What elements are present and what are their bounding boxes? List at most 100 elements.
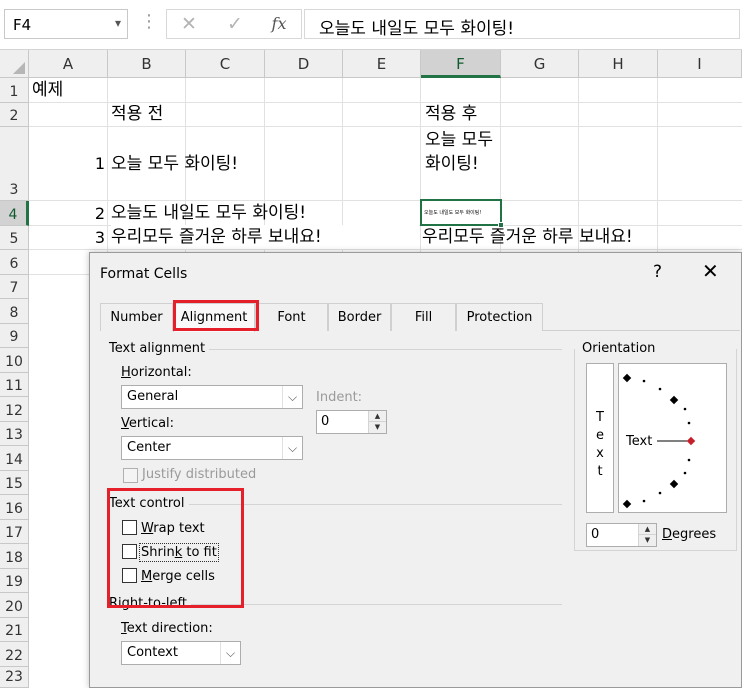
chevron-down-icon[interactable]: ⌵: [220, 642, 240, 664]
cell-b5[interactable]: 우리모두 즐거운 하루 보내요!: [111, 225, 419, 249]
column-header-a[interactable]: A: [29, 50, 108, 78]
close-button[interactable]: ✕: [702, 259, 719, 283]
column-header-e[interactable]: E: [343, 50, 421, 78]
justify-distributed-checkbox[interactable]: [123, 468, 138, 483]
text-direction-label: Text direction:: [121, 621, 213, 636]
row-header-10[interactable]: 10: [0, 348, 29, 373]
wrap-text-label: Wrap text: [141, 521, 205, 536]
cell-b4[interactable]: 오늘도 내일도 모두 화이팅!: [111, 201, 306, 225]
degrees-up-icon[interactable]: ▲: [639, 524, 656, 535]
column-header-h[interactable]: H: [579, 50, 658, 78]
column-header-c[interactable]: C: [186, 50, 265, 78]
chevron-down-icon[interactable]: ⌵: [282, 437, 302, 459]
dial-text-label: Text: [626, 434, 653, 449]
name-box[interactable]: F4 ▾: [4, 9, 128, 39]
cell-a3[interactable]: 1: [32, 152, 105, 176]
wrap-text-checkbox[interactable]: [122, 520, 137, 535]
degrees-spinner[interactable]: 0 ▲ ▼: [586, 523, 657, 547]
indent-up-icon[interactable]: ▲: [369, 411, 386, 422]
row-header-17[interactable]: 17: [0, 520, 29, 544]
vertical-text-box[interactable]: T e x t: [586, 363, 614, 513]
help-button[interactable]: ?: [653, 262, 662, 282]
justify-distributed-label: Justify distributed: [142, 467, 257, 482]
row-header-3[interactable]: 3: [0, 127, 29, 201]
tab-fill[interactable]: Fill: [391, 303, 456, 331]
chevron-down-icon[interactable]: ▾: [115, 16, 121, 30]
active-cell-border: [420, 199, 504, 228]
formula-input[interactable]: 오늘도 내일도 모두 화이팅!: [304, 9, 740, 39]
tab-number[interactable]: Number: [100, 303, 173, 331]
degrees-label: Degrees: [662, 527, 717, 542]
column-header-i[interactable]: I: [658, 50, 742, 78]
formula-bar: F4 ▾ ⋮ ✕ ✓ fx 오늘도 내일도 모두 화이팅!: [0, 0, 742, 50]
tab-protection[interactable]: Protection: [456, 303, 543, 331]
horizontal-label: Horizontal:: [121, 365, 192, 380]
row-header-8[interactable]: 8: [0, 299, 29, 324]
cancel-icon[interactable]: ✕: [171, 12, 207, 38]
text-control-heading: Text control: [109, 496, 189, 511]
row-header-22[interactable]: 22: [0, 642, 29, 667]
degrees-down-icon[interactable]: ▼: [639, 535, 656, 546]
merge-cells-checkbox[interactable]: [122, 568, 137, 583]
row-header-1[interactable]: 1: [0, 78, 29, 103]
cell-b3[interactable]: 오늘 모두 화이팅!: [111, 152, 238, 176]
cell-b2[interactable]: 적용 전: [111, 102, 163, 126]
text-alignment-heading: Text alignment: [109, 341, 210, 356]
row-header-21[interactable]: 21: [0, 618, 29, 642]
column-header-b[interactable]: B: [108, 50, 186, 78]
row-header-11[interactable]: 11: [0, 373, 29, 397]
shrink-to-fit-label: Shrink to fit: [139, 543, 219, 562]
dialog-title: Format Cells: [100, 266, 188, 282]
vertical-label: Vertical:: [121, 416, 175, 431]
cell-f2[interactable]: 적용 후: [425, 102, 477, 126]
row-header-2[interactable]: 2: [0, 103, 29, 127]
orientation-heading: Orientation: [582, 341, 660, 356]
indent-spinner[interactable]: 0 ▲ ▼: [316, 410, 387, 434]
row-header-12[interactable]: 12: [0, 397, 29, 422]
orientation-dial[interactable]: Text: [618, 363, 727, 513]
column-header-f[interactable]: F: [421, 50, 501, 78]
cell-f3[interactable]: 오늘 모두 화이팅!: [425, 128, 499, 176]
row-header-13[interactable]: 13: [0, 422, 29, 446]
vertical-select[interactable]: Center ⌵: [121, 436, 303, 460]
horizontal-value: General: [127, 389, 179, 404]
cell-a4[interactable]: 2: [32, 202, 105, 226]
vertical-value: Center: [127, 440, 171, 455]
tab-font[interactable]: Font: [255, 303, 328, 331]
column-header-g[interactable]: G: [501, 50, 579, 78]
row-header-6[interactable]: 6: [0, 250, 29, 275]
cell-a5[interactable]: 3: [32, 226, 105, 250]
row-header-16[interactable]: 16: [0, 495, 29, 520]
chevron-down-icon[interactable]: ⌵: [282, 386, 302, 408]
row-header-4[interactable]: 4: [0, 201, 29, 226]
text-direction-select[interactable]: Context ⌵: [121, 641, 241, 665]
fill-handle[interactable]: [498, 222, 504, 228]
row-header-9[interactable]: 9: [0, 324, 29, 348]
row-header-19[interactable]: 19: [0, 569, 29, 593]
row-header-20[interactable]: 20: [0, 593, 29, 618]
right-to-left-heading: Right-to-left: [109, 596, 191, 611]
row-header-18[interactable]: 18: [0, 544, 29, 569]
insert-function-icon[interactable]: fx: [261, 12, 297, 38]
column-header-d[interactable]: D: [265, 50, 343, 78]
row-header-23[interactable]: 23: [0, 667, 29, 688]
select-all-button[interactable]: [0, 50, 29, 78]
enter-icon[interactable]: ✓: [217, 12, 253, 38]
horizontal-select[interactable]: General ⌵: [121, 385, 303, 409]
merge-cells-label: Merge cells: [141, 569, 215, 584]
row-header-14[interactable]: 14: [0, 446, 29, 471]
format-cells-dialog: Format Cells ? ✕ Number Alignment Font B…: [89, 252, 742, 688]
more-options-icon[interactable]: ⋮: [140, 12, 158, 32]
row-header-5[interactable]: 5: [0, 226, 29, 250]
cell-f5[interactable]: 우리모두 즐거운 하루 보내요!: [422, 225, 633, 249]
indent-down-icon[interactable]: ▼: [369, 422, 386, 433]
tab-alignment[interactable]: Alignment: [173, 303, 255, 332]
name-box-value: F4: [13, 16, 32, 34]
cell-a1[interactable]: 예제: [32, 78, 63, 102]
row-header-15[interactable]: 15: [0, 471, 29, 495]
formula-buttons: ✕ ✓ fx: [166, 9, 302, 39]
row-header-7[interactable]: 7: [0, 275, 29, 299]
tab-border[interactable]: Border: [328, 303, 391, 331]
degrees-value: 0: [591, 527, 600, 542]
shrink-to-fit-checkbox[interactable]: [122, 544, 137, 559]
